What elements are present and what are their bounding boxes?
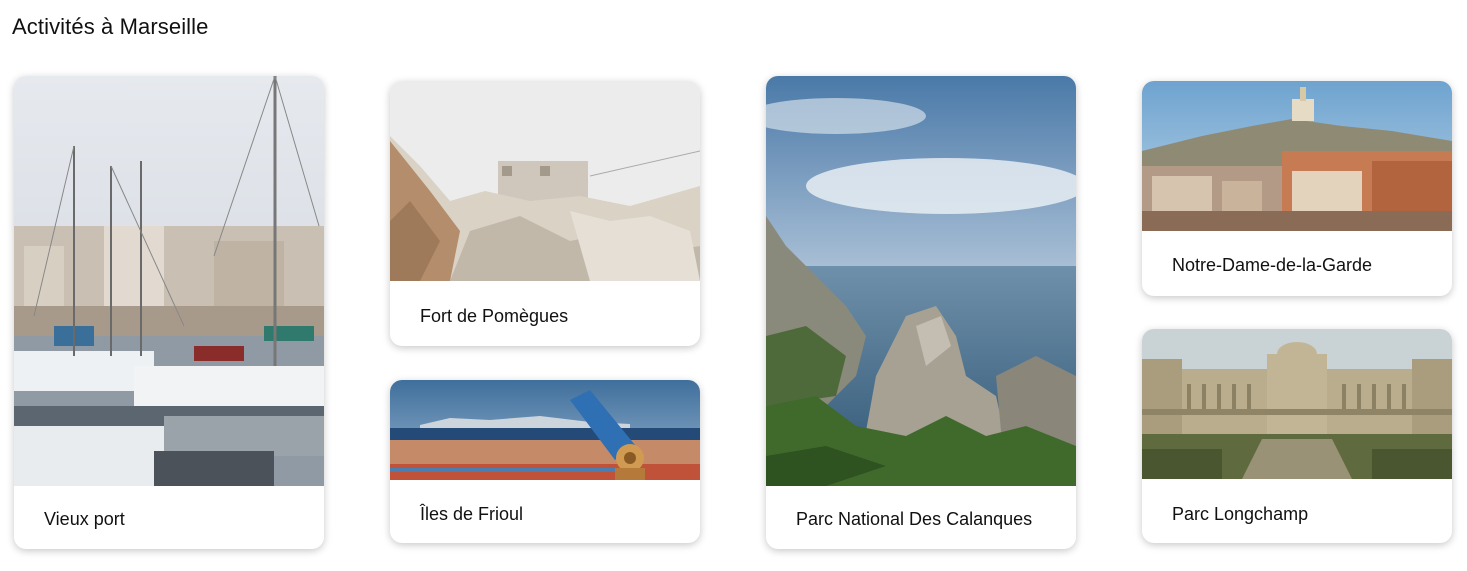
notre-dame-de-la-garde-photo bbox=[1142, 81, 1452, 231]
activity-label: Parc Longchamp bbox=[1172, 504, 1309, 524]
iles-de-frioul-photo bbox=[390, 380, 700, 480]
activity-card-parc-longchamp[interactable]: Parc Longchamp bbox=[1142, 329, 1452, 543]
activity-label: Fort de Pomègues bbox=[420, 306, 569, 326]
parc-national-des-calanques-photo bbox=[766, 76, 1076, 486]
activity-label: Vieux port bbox=[44, 509, 125, 529]
page-title: Activités à Marseille bbox=[12, 14, 209, 39]
fort-de-pomegues-photo bbox=[390, 81, 700, 281]
activity-label: Îles de Frioul bbox=[420, 504, 524, 524]
activity-card-vieux-port[interactable]: Vieux port bbox=[14, 76, 324, 549]
vieux-port-photo bbox=[14, 76, 324, 486]
activity-card-fort-de-pomegues[interactable]: Fort de Pomègues bbox=[390, 81, 700, 346]
activity-label: Parc National Des Calanques bbox=[796, 509, 1033, 529]
activity-card-iles-de-frioul[interactable]: Îles de Frioul bbox=[390, 380, 700, 543]
activity-card-parc-national-des-calanques[interactable]: Parc National Des Calanques bbox=[766, 76, 1076, 549]
activity-card-notre-dame-de-la-garde[interactable]: Notre-Dame-de-la-Garde bbox=[1142, 81, 1452, 296]
activity-label: Notre-Dame-de-la-Garde bbox=[1172, 255, 1373, 275]
parc-longchamp-photo bbox=[1142, 329, 1452, 479]
